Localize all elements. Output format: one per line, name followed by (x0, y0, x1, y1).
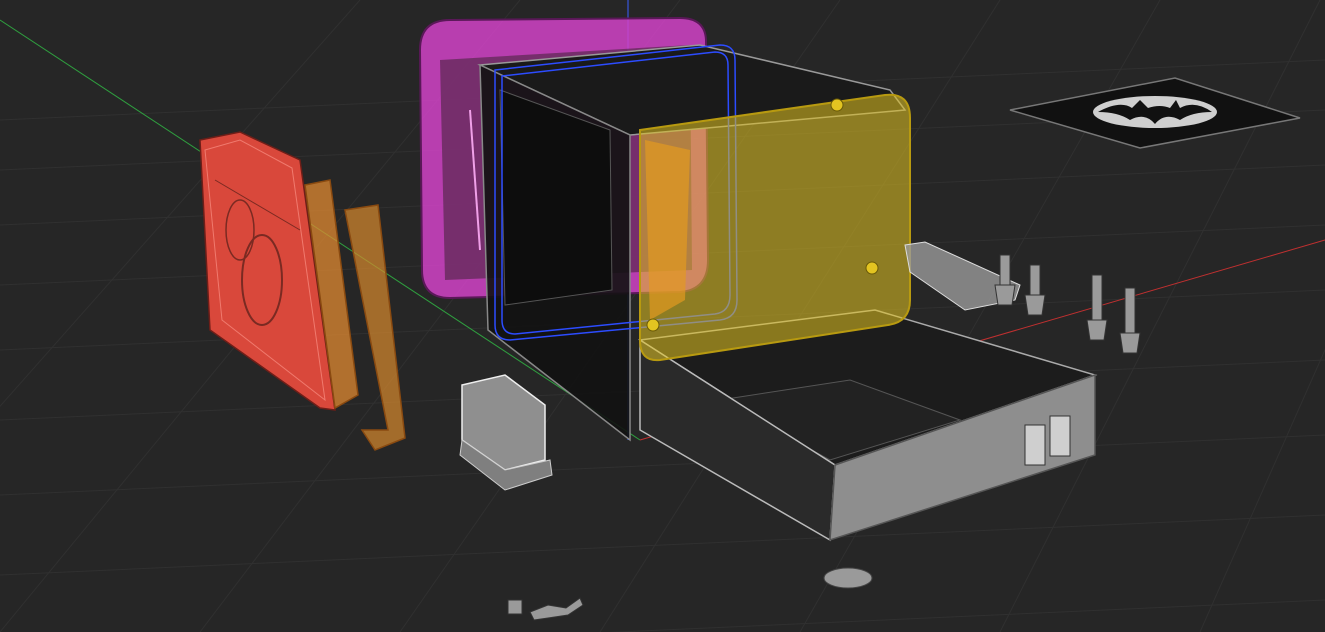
foot (823, 567, 873, 589)
drive-bracket-rear[interactable] (344, 204, 406, 451)
hard-drive[interactable] (199, 131, 336, 411)
fan-duct[interactable] (459, 374, 553, 491)
port-right (1049, 415, 1071, 457)
port-left (1024, 424, 1046, 466)
model-canvas[interactable] (0, 0, 1325, 632)
logo-badge[interactable] (1009, 77, 1301, 149)
small-screw[interactable] (507, 599, 523, 615)
3d-viewport[interactable] (0, 0, 1325, 632)
clip[interactable] (529, 597, 584, 621)
front-panel[interactable] (639, 93, 911, 362)
